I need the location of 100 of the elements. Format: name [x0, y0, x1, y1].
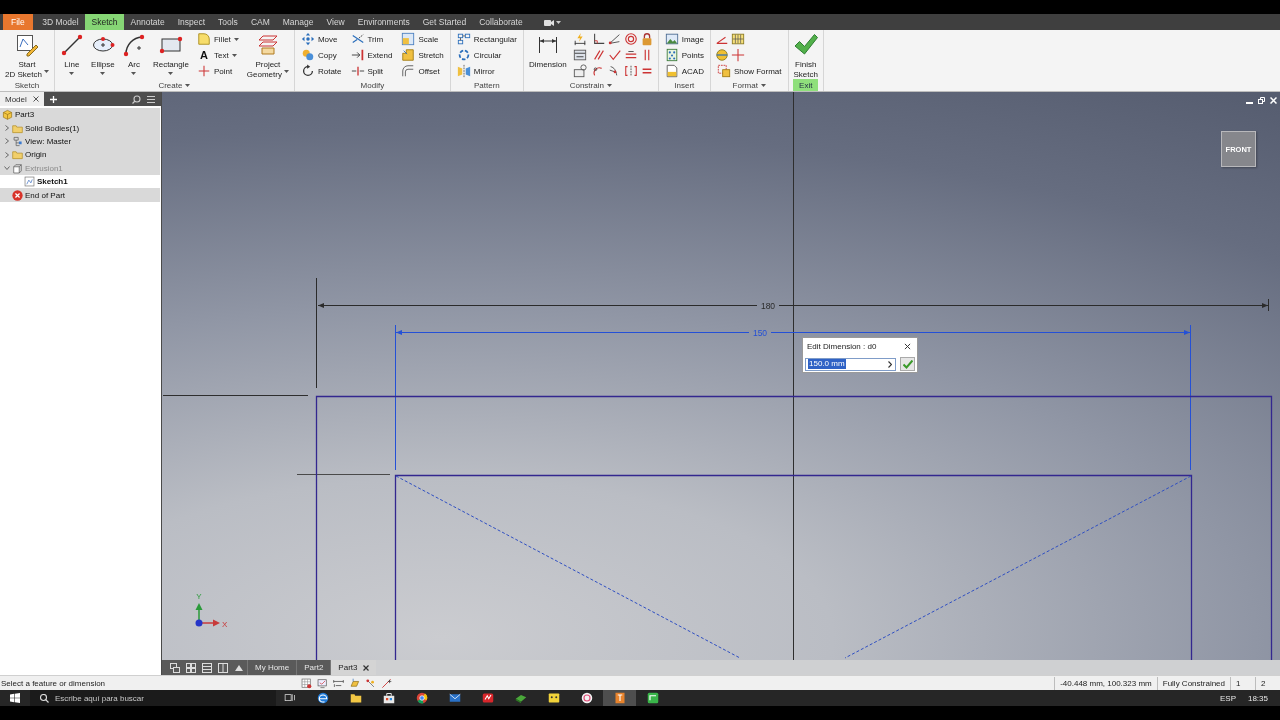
tool-button[interactable]: Scale: [399, 31, 441, 47]
stop-icon: [12, 189, 23, 201]
caret-icon[interactable]: [131, 72, 137, 75]
tree-item[interactable]: Solid Bodies(1): [0, 121, 160, 135]
caret-icon[interactable]: [233, 37, 239, 41]
menu-tab[interactable]: Inspect: [171, 14, 212, 30]
caret-icon[interactable]: [231, 53, 237, 57]
caret-icon[interactable]: [69, 72, 75, 75]
tool-button[interactable]: Image: [662, 31, 706, 47]
perpendicular-icon[interactable]: [591, 32, 606, 46]
restore-icon[interactable]: [1258, 97, 1265, 104]
tool-button[interactable]: Offset: [399, 63, 442, 79]
tangent-icon[interactable]: [607, 48, 622, 62]
tool-button[interactable]: Rotate: [298, 63, 344, 79]
tool-button[interactable]: Rectangle: [149, 30, 192, 79]
menu-tab[interactable]: CAM: [244, 14, 277, 30]
tool-button[interactable]: Copy: [298, 47, 339, 63]
close-icon[interactable]: [363, 664, 370, 671]
menu-tab[interactable]: View: [320, 14, 352, 30]
menu-tab[interactable]: Collaborate: [472, 14, 530, 30]
caret-icon[interactable]: [100, 72, 106, 75]
caret-icon[interactable]: [606, 83, 612, 87]
menu-tab[interactable]: Manage: [276, 14, 320, 30]
tile-icon[interactable]: [186, 662, 196, 673]
tool-button[interactable]: Split: [348, 63, 386, 79]
dimension-toggle-icon[interactable]: [333, 677, 344, 689]
grid-icon[interactable]: [301, 677, 312, 689]
tool-button[interactable]: Point: [194, 63, 235, 79]
accept-button[interactable]: [900, 357, 915, 371]
points-icon[interactable]: [365, 677, 376, 689]
table-icon[interactable]: [572, 48, 587, 62]
menu-tab[interactable]: Sketch: [85, 14, 125, 30]
tool-button[interactable]: Mirror: [454, 63, 497, 79]
menu-tab[interactable]: Environments: [351, 14, 417, 30]
plane-icon[interactable]: [349, 677, 360, 689]
tool-button[interactable]: Stretch: [399, 47, 446, 63]
tool-button[interactable]: Line: [56, 30, 87, 79]
coincident-icon[interactable]: [607, 32, 622, 46]
chevron-right-icon[interactable]: [888, 360, 893, 368]
tool-button[interactable]: Rectangular: [454, 31, 519, 47]
tool-button[interactable]: Extend: [348, 47, 395, 63]
dimension-input[interactable]: 150.0 mm: [805, 357, 897, 371]
dimension-value[interactable]: 180: [760, 300, 776, 311]
tree-item[interactable]: Part3: [0, 108, 160, 122]
menu-tab[interactable]: Tools: [211, 14, 245, 30]
tool-button[interactable]: Move: [298, 31, 340, 47]
search-icon[interactable]: [132, 94, 141, 104]
close-icon[interactable]: [904, 343, 911, 350]
caret-icon[interactable]: [43, 70, 49, 73]
menu-icon[interactable]: [147, 95, 155, 103]
tool-button[interactable]: Dimension: [525, 30, 570, 79]
arrange-horizontal-icon[interactable]: [202, 662, 212, 673]
tool-button[interactable]: Finish Sketch: [790, 30, 821, 79]
windows-logo-icon[interactable]: [10, 693, 20, 703]
caret-icon[interactable]: [168, 72, 174, 75]
panel-title-button[interactable]: Format: [726, 79, 772, 91]
caret-icon[interactable]: [556, 20, 562, 24]
line-points-icon[interactable]: [381, 677, 392, 689]
panel-title-button[interactable]: Create: [152, 79, 197, 91]
arrange-vertical-icon[interactable]: [218, 662, 228, 673]
app-icon: [481, 692, 494, 704]
plus-icon[interactable]: [49, 95, 57, 103]
cascade-icon[interactable]: [170, 662, 180, 673]
caret-icon[interactable]: [185, 83, 191, 87]
tool-button[interactable]: Arc: [118, 30, 149, 79]
menu-tab[interactable]: 3D Model: [35, 14, 86, 30]
browser-tab[interactable]: Model: [0, 92, 44, 106]
caret-icon[interactable]: [760, 83, 766, 87]
tool-button[interactable]: Trim: [348, 31, 386, 47]
auto-dimension-icon[interactable]: [572, 32, 587, 46]
tool-button[interactable]: Circular: [454, 47, 504, 63]
concentric-icon[interactable]: [623, 32, 638, 46]
menu-tab[interactable]: Get Started: [416, 14, 473, 30]
dimension-display-icon[interactable]: [572, 64, 587, 78]
origin-icon: [195, 619, 203, 627]
tool-button[interactable]: ACAD: [662, 63, 706, 79]
document-tab[interactable]: Part3: [330, 660, 377, 675]
tool-button[interactable]: A Text: [194, 47, 239, 63]
center-point-icon[interactable]: [714, 48, 729, 62]
parallel-icon[interactable]: [591, 48, 606, 62]
menu-tab[interactable]: Annotate: [124, 14, 172, 30]
language-indicator[interactable]: ESP: [1219, 693, 1236, 703]
tool-button[interactable]: Ellipse: [87, 30, 118, 79]
part-cube-icon: [2, 109, 13, 121]
display-icon[interactable]: [317, 677, 328, 689]
tool-button[interactable]: Show Format: [714, 63, 784, 79]
grid-icon[interactable]: [730, 32, 745, 46]
symmetric-icon[interactable]: [623, 64, 638, 78]
tree-item[interactable]: Origin: [0, 148, 160, 162]
tool-button[interactable]: Points: [662, 47, 706, 63]
search-field[interactable]: Escribe aquí para buscar: [30, 690, 276, 706]
tool-button[interactable]: Start 2D Sketch: [2, 30, 52, 79]
panel-title-button[interactable]: Constrain: [563, 79, 618, 91]
tree-item[interactable]: End of Part: [0, 188, 160, 202]
clock[interactable]: 18:35: [1247, 693, 1268, 703]
close-icon[interactable]: [32, 96, 39, 102]
tool-button[interactable]: Fillet: [194, 31, 241, 47]
caret-icon[interactable]: [283, 70, 289, 73]
sketch-icon: [24, 176, 35, 188]
tool-button[interactable]: Project Geometry: [243, 30, 292, 79]
